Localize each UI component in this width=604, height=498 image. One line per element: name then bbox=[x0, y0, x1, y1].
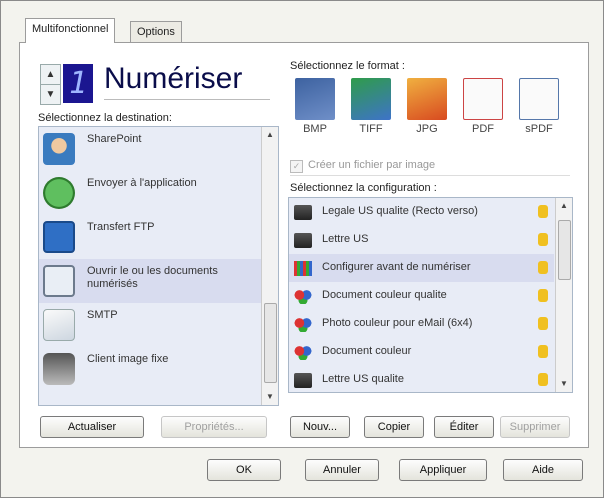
list-item[interactable]: Photo couleur pour eMail (6x4) bbox=[289, 310, 554, 338]
format-item-label: PDF bbox=[472, 123, 494, 135]
lock-icon bbox=[538, 373, 548, 386]
still-image-client-icon bbox=[43, 353, 75, 385]
list-item-label: Legale US qualite (Recto verso) bbox=[322, 205, 478, 217]
list-item-label: Transfert FTP bbox=[87, 221, 155, 233]
scroll-down-icon[interactable]: ▼ bbox=[556, 376, 572, 392]
format-item-label: sPDF bbox=[525, 123, 553, 135]
delete-button[interactable]: Supprimer bbox=[500, 416, 570, 438]
configuration-list[interactable]: Legale US qualite (Recto verso) Lettre U… bbox=[288, 197, 573, 393]
one-file-per-image-label: Créer un fichier par image bbox=[308, 159, 436, 171]
scroll-up-icon[interactable]: ▲ bbox=[262, 127, 278, 143]
lock-icon bbox=[538, 205, 548, 218]
destination-scrollbar[interactable]: ▲ ▼ bbox=[261, 127, 278, 405]
format-spdf[interactable]: sPDF bbox=[516, 78, 562, 135]
color-document-icon bbox=[294, 317, 312, 332]
configuration-scrollbar[interactable]: ▲ ▼ bbox=[555, 198, 572, 392]
format-divider bbox=[290, 175, 570, 176]
tab-multifonctionnel[interactable]: Multifonctionnel bbox=[25, 18, 116, 43]
list-item-label: Ouvrir le ou les documents numérisés bbox=[87, 265, 218, 290]
list-item-label: Envoyer à l'application bbox=[87, 177, 197, 189]
color-document-icon bbox=[294, 345, 312, 360]
list-item-label: Client image fixe bbox=[87, 353, 169, 365]
configure-before-scan-icon bbox=[294, 261, 312, 276]
scroll-up-icon[interactable]: ▲ bbox=[556, 198, 572, 214]
configuration-label: Sélectionnez la configuration : bbox=[290, 182, 437, 194]
scanner-config-icon bbox=[294, 233, 312, 248]
list-item-label: Photo couleur pour eMail (6x4) bbox=[322, 317, 473, 329]
edit-button[interactable]: Éditer bbox=[434, 416, 494, 438]
apply-button[interactable]: Appliquer bbox=[399, 459, 487, 481]
new-button[interactable]: Nouv... bbox=[290, 416, 350, 438]
ok-button[interactable]: OK bbox=[207, 459, 281, 481]
smtp-icon bbox=[43, 309, 75, 341]
scanner-config-icon bbox=[294, 373, 312, 388]
help-button[interactable]: Aide bbox=[503, 459, 583, 481]
format-bmp[interactable]: BMP bbox=[292, 78, 338, 135]
page-title: Numériser bbox=[104, 59, 270, 100]
spinner-up-icon[interactable]: ▲ bbox=[41, 65, 60, 85]
pdf-icon bbox=[463, 78, 503, 120]
list-item-label: Lettre US qualite bbox=[322, 373, 404, 385]
scroll-down-icon[interactable]: ▼ bbox=[262, 389, 278, 405]
list-item-label: Document couleur bbox=[322, 345, 412, 357]
spdf-icon bbox=[519, 78, 559, 120]
list-item[interactable]: Document couleur bbox=[289, 338, 554, 366]
destination-label: Sélectionnez la destination: bbox=[38, 112, 172, 124]
tab-options[interactable]: Options bbox=[130, 21, 182, 43]
lock-icon bbox=[538, 233, 548, 246]
tab-panel: ▲ ▼ 1 Numériser Sélectionnez la destinat… bbox=[19, 42, 589, 448]
destination-list[interactable]: SharePoint Envoyer à l'application Trans… bbox=[38, 126, 279, 406]
scroll-thumb[interactable] bbox=[558, 220, 571, 280]
open-documents-icon bbox=[43, 265, 75, 297]
list-item[interactable]: Transfert FTP bbox=[39, 215, 261, 259]
counter-spinner[interactable]: ▲ ▼ bbox=[40, 64, 61, 105]
jpg-icon bbox=[407, 78, 447, 120]
lock-icon bbox=[538, 345, 548, 358]
list-item[interactable]: Envoyer à l'application bbox=[39, 171, 261, 215]
copy-button[interactable]: Copier bbox=[364, 416, 424, 438]
refresh-button[interactable]: Actualiser bbox=[40, 416, 144, 438]
scroll-thumb[interactable] bbox=[264, 303, 277, 383]
list-item-label: SharePoint bbox=[87, 133, 142, 145]
list-item[interactable]: Lettre US qualite bbox=[289, 366, 554, 392]
tiff-icon bbox=[351, 78, 391, 120]
ftp-icon bbox=[43, 221, 75, 253]
counter-display: 1 bbox=[63, 64, 93, 103]
format-pdf[interactable]: PDF bbox=[460, 78, 506, 135]
lock-icon bbox=[538, 261, 548, 274]
bmp-icon bbox=[295, 78, 335, 120]
list-item[interactable]: SMTP bbox=[39, 303, 261, 347]
spinner-down-icon[interactable]: ▼ bbox=[41, 85, 60, 104]
format-item-label: JPG bbox=[416, 123, 438, 135]
list-item[interactable]: Ouvrir le ou les documents numérisés bbox=[39, 259, 261, 303]
lock-icon bbox=[538, 289, 548, 302]
format-label: Sélectionnez le format : bbox=[290, 60, 405, 72]
properties-button[interactable]: Propriétés... bbox=[161, 416, 267, 438]
list-item-label: SMTP bbox=[87, 309, 118, 321]
sharepoint-icon bbox=[43, 133, 75, 165]
list-item[interactable]: Configurer avant de numériser bbox=[289, 254, 554, 282]
list-item-label: Lettre US bbox=[322, 233, 369, 245]
list-item[interactable]: SharePoint bbox=[39, 127, 261, 171]
list-item-label: Document couleur qualite bbox=[322, 289, 447, 301]
list-item[interactable]: Client image fixe bbox=[39, 347, 261, 391]
list-item[interactable]: Document couleur qualite bbox=[289, 282, 554, 310]
list-item[interactable]: Lettre US bbox=[289, 226, 554, 254]
one-file-per-image-checkbox[interactable]: ✓ bbox=[290, 160, 303, 173]
send-to-app-icon bbox=[43, 177, 75, 209]
format-item-label: TIFF bbox=[359, 123, 383, 135]
format-jpg[interactable]: JPG bbox=[404, 78, 450, 135]
scanner-config-icon bbox=[294, 205, 312, 220]
color-document-icon bbox=[294, 289, 312, 304]
scan-dialog: Multifonctionnel Options ▲ ▼ 1 Numériser… bbox=[0, 0, 604, 498]
list-item-label: Configurer avant de numériser bbox=[322, 261, 471, 273]
list-item[interactable]: Legale US qualite (Recto verso) bbox=[289, 198, 554, 226]
format-tiff[interactable]: TIFF bbox=[348, 78, 394, 135]
format-item-label: BMP bbox=[303, 123, 327, 135]
lock-icon bbox=[538, 317, 548, 330]
cancel-button[interactable]: Annuler bbox=[305, 459, 379, 481]
